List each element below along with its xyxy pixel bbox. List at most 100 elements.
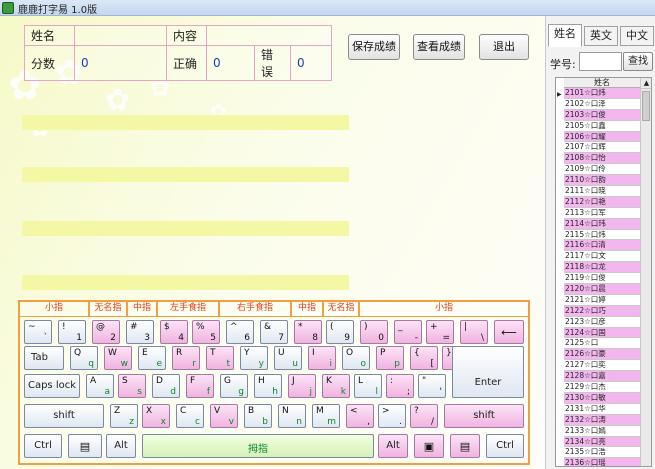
key-left-shift[interactable]: shift [24,404,104,428]
list-item[interactable]: 2110☆口韵 [564,175,640,187]
key-7[interactable]: & 7 [260,320,288,344]
key-5[interactable]: % 5 [192,320,220,344]
view-score-button[interactable]: 查看成绩 [413,34,465,60]
key-8[interactable]: * 8 [294,320,322,344]
list-item[interactable]: 2126☆口豪 [564,349,640,361]
key-right-ctrl[interactable]: Ctrl [486,434,524,458]
key-tab[interactable]: Tab [24,346,64,370]
key-4[interactable]: $4 [160,320,188,344]
key-a[interactable]: Aa [86,374,114,398]
key-h[interactable]: Hh [254,374,282,398]
list-item[interactable]: 2130☆口敏 [564,392,640,404]
list-item[interactable]: 2129☆口杰 [564,382,640,393]
key-z[interactable]: Zz [110,404,138,428]
list-item[interactable]: 2102☆口泽 [564,99,640,110]
student-number-input[interactable] [579,52,622,71]
list-item[interactable]: 2125☆口 [564,338,640,350]
key-3[interactable]: #3 [126,320,154,344]
typing-line-3[interactable] [22,221,349,236]
key-t[interactable]: Tt [206,346,234,370]
list-item[interactable]: 2109☆口伶 [564,164,640,176]
list-item[interactable]: 2120☆口晨 [564,284,640,295]
list-item[interactable]: 2103☆口俊 [564,109,640,121]
key-2[interactable]: @2 [92,320,120,344]
key-u[interactable]: Uu [274,346,302,370]
key-equals[interactable]: + = [426,320,454,344]
list-item[interactable]: 2123☆口彦 [564,317,640,328]
list-item[interactable]: 2122☆口巧 [564,305,640,317]
key-right-alt[interactable]: Alt [378,434,408,458]
key-c[interactable]: Cc [176,404,204,428]
list-item[interactable]: 2108☆口怡 [564,153,640,165]
tab-chinese[interactable]: 中文 [620,26,654,46]
list-item[interactable]: 2119☆口俊 [564,273,640,285]
typing-line-1[interactable] [22,115,349,130]
find-button[interactable]: 查找 [623,52,653,71]
list-item[interactable]: 2114☆口玮 [564,218,640,230]
key-k[interactable]: Kk [322,374,350,398]
key-r[interactable]: Rr [172,346,200,370]
list-item[interactable]: 2121☆口婷 [564,295,640,306]
list-item[interactable]: 2127☆口奕 [564,360,640,372]
list-item[interactable]: 2131☆口华 [564,404,640,415]
list-item[interactable]: 2117☆口文 [564,251,640,263]
list-item[interactable]: 2135☆口浩 [564,447,640,459]
key-right-shift[interactable]: shift [444,404,524,428]
tab-name[interactable]: 姓名 [548,24,582,47]
key-space[interactable]: 拇指 [142,434,374,458]
list-item[interactable]: 2107☆口辉 [564,142,640,154]
list-item[interactable]: 2112☆口艳 [564,196,640,208]
key-x[interactable]: Xx [142,404,170,428]
key-windows[interactable]: ▣ [414,434,444,458]
list-item[interactable]: 2124☆口国 [564,327,640,339]
key-n[interactable]: Nn [278,404,306,428]
key-e[interactable]: Ee [138,346,166,370]
key-m[interactable]: Mm [312,404,340,428]
key-menu[interactable]: ▤ [68,434,102,458]
list-item[interactable]: 2136☆口瑶 [564,458,640,466]
key-j[interactable]: Jj [288,374,316,398]
list-item[interactable]: 2105☆口鑫 [564,121,640,132]
list-item[interactable]: 2134☆口亮 [564,436,640,448]
list-item[interactable]: 2118☆口龙 [564,262,640,274]
key-backspace[interactable]: ⟵ [494,320,524,344]
key-g[interactable]: Gg [220,374,248,398]
key-s[interactable]: Ss [118,374,146,398]
key-p[interactable]: Pp [376,346,404,370]
key-6[interactable]: ^ 6 [226,320,254,344]
key-o[interactable]: Oo [342,346,370,370]
list-item[interactable]: 2116☆口清 [564,240,640,252]
scroll-thumb[interactable] [642,91,650,121]
key-quote[interactable]: " ' [418,374,446,398]
list-item[interactable]: 2115☆口炜 [564,230,640,241]
list-item[interactable]: 2111☆口晓 [564,186,640,197]
key-w[interactable]: Ww [104,346,132,370]
vertical-scrollbar[interactable]: ▲ [640,78,651,466]
typing-line-2[interactable] [22,167,349,182]
key-context-menu[interactable]: ▤ [450,434,480,458]
exit-button[interactable]: 退出 [479,34,529,60]
key-caps-lock[interactable]: Caps lock [24,374,80,398]
scroll-up-icon[interactable]: ▲ [641,78,651,89]
key-minus[interactable]: _ - [394,320,422,344]
list-item[interactable]: 2113☆口军 [564,208,640,219]
key-left-alt[interactable]: Alt [106,434,136,458]
key-y[interactable]: Yy [240,346,268,370]
key-1[interactable]: ! 1 [58,320,86,344]
key-i[interactable]: Ii [308,346,336,370]
key-0[interactable]: ) 0 [360,320,388,344]
key-left-ctrl[interactable]: Ctrl [24,434,62,458]
list-item[interactable]: 2106☆口耀 [564,131,640,143]
key-slash[interactable]: ? / [410,404,438,428]
key-backtick[interactable]: ~ ` [24,320,52,344]
key-f[interactable]: Ff [186,374,214,398]
key-9[interactable]: (9 [326,320,354,344]
list-item[interactable]: 2133☆口嫣 [564,426,640,437]
typing-line-4[interactable] [22,275,349,290]
list-item[interactable]: 2132☆口涛 [564,414,640,426]
key-v[interactable]: Vv [210,404,238,428]
list-item[interactable]: 2101☆口炜 [564,88,640,99]
key-l[interactable]: Ll [354,374,382,398]
key-q[interactable]: Qq [70,346,98,370]
key-period[interactable]: >. [378,404,406,428]
